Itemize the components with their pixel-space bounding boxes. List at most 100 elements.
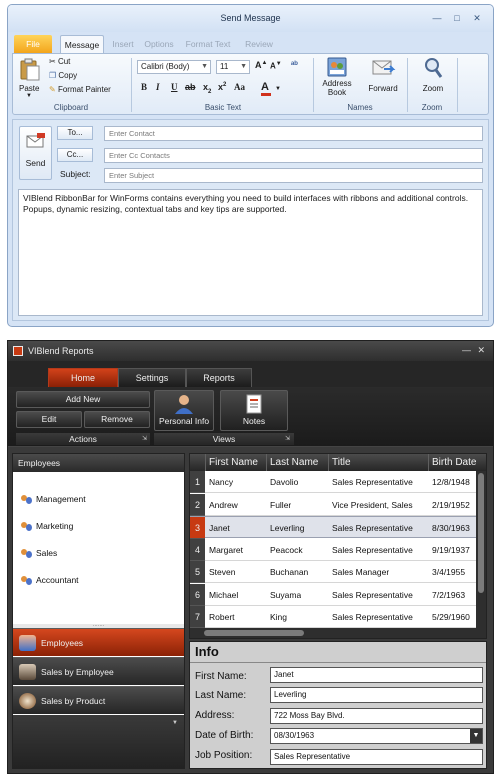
minimize-icon[interactable]: — — [431, 13, 443, 23]
table-cell: Suyama — [270, 589, 302, 600]
table-row[interactable]: 5 Steven Buchanan Sales Manager 3/4/1955 — [190, 561, 476, 583]
dialog-launcher-icon[interactable]: ⇲ — [142, 435, 147, 442]
cc-button[interactable]: Cc... — [57, 148, 93, 162]
job-position-label: Job Position: — [195, 750, 253, 761]
table-row[interactable]: 1 Nancy Davolio Sales Representative 12/8/19… — [190, 471, 476, 493]
address-field[interactable]: 722 Moss Bay Blvd. — [270, 708, 483, 724]
row-number[interactable]: 5 — [190, 561, 205, 583]
tab-file[interactable]: File — [14, 35, 52, 53]
job-position-field[interactable]: Sales Representative — [270, 749, 483, 765]
chevron-down-icon: ▼ — [240, 63, 247, 70]
cut-button[interactable]: ✂ Cut — [49, 57, 70, 66]
subject-field[interactable]: Enter Subject — [104, 168, 483, 183]
paste-button[interactable]: Paste ▼ — [19, 58, 41, 99]
sidebar-item-accountant[interactable]: Accountant — [21, 573, 79, 587]
chevron-down-icon[interactable]: ▼ — [172, 720, 178, 726]
first-name-field[interactable]: Janet — [270, 667, 483, 683]
change-case-button[interactable]: Aa — [234, 82, 245, 92]
remove-button[interactable]: Remove — [84, 411, 150, 428]
italic-button[interactable]: I — [156, 82, 160, 92]
send-button[interactable]: Send — [19, 126, 52, 180]
tab-format-text[interactable]: Format Text — [183, 35, 233, 53]
info-title: Info — [195, 644, 219, 659]
column-header-last-name[interactable]: Last Name — [266, 454, 328, 471]
last-name-field[interactable]: Leverling — [270, 687, 483, 703]
paste-dropdown-icon: ▼ — [26, 93, 32, 99]
address-book-button[interactable]: Address Book — [319, 57, 355, 101]
tab-reports[interactable]: Reports — [186, 368, 252, 387]
table-row[interactable]: 7 Robert King Sales Representative 5/29/1960 — [190, 606, 476, 628]
bold-button[interactable]: B — [141, 82, 147, 92]
vertical-scrollbar[interactable] — [476, 471, 486, 628]
add-new-button[interactable]: Add New — [16, 391, 150, 408]
row-number[interactable]: 3 — [190, 517, 205, 539]
superscript-icon[interactable]: x2 — [218, 82, 226, 92]
strikethrough-icon[interactable]: ab — [185, 82, 196, 92]
grow-font-icon[interactable]: A▲ — [255, 60, 267, 70]
reports-window: VIBlend Reports — ✕ Home Settings Report… — [7, 340, 494, 774]
row-number[interactable]: 1 — [190, 471, 205, 493]
horizontal-scrollbar[interactable] — [190, 628, 486, 638]
tab-message[interactable]: Message — [60, 35, 104, 53]
table-row[interactable]: 4 Margaret Peacock Sales Representative 9/19… — [190, 538, 476, 561]
tab-home[interactable]: Home — [48, 368, 118, 387]
row-number[interactable]: 6 — [190, 583, 205, 606]
nav-employees[interactable]: Employees — [13, 628, 184, 656]
tab-options[interactable]: Options — [142, 35, 176, 53]
font-color-icon[interactable]: A — [261, 81, 271, 96]
notes-icon — [246, 394, 262, 414]
row-number[interactable]: 4 — [190, 538, 205, 561]
nav-sales-by-product[interactable]: Sales by Product — [13, 686, 184, 714]
personal-info-button[interactable]: Personal Info — [154, 390, 214, 431]
table-cell: 5/29/1960 — [432, 612, 470, 622]
tab-insert[interactable]: Insert — [108, 35, 138, 53]
minimize-icon[interactable]: — — [462, 345, 471, 355]
subscript-icon[interactable]: x2 — [203, 82, 211, 95]
row-number[interactable]: 7 — [190, 606, 205, 628]
sidebar-item-sales[interactable]: Sales — [21, 546, 57, 560]
table-cell: 2/19/1952 — [432, 499, 470, 510]
column-header-title[interactable]: Title — [328, 454, 428, 471]
nav-sales-by-employee[interactable]: Sales by Employee — [13, 657, 184, 685]
chevron-down-icon[interactable]: ▼ — [470, 729, 482, 743]
table-row[interactable]: 2 Andrew Fuller Vice President, Sales 2/19/1… — [190, 493, 476, 516]
tab-review[interactable]: Review — [244, 35, 274, 53]
maximize-icon[interactable]: □ — [451, 13, 463, 23]
nav-label: Employees — [41, 638, 84, 648]
clear-format-icon[interactable]: ᵃᵇ — [291, 59, 298, 69]
dob-picker[interactable]: 08/30/1963 ▼ — [270, 728, 483, 744]
grid-header: First Name Last Name Title Birth Date — [190, 454, 486, 471]
notes-button[interactable]: Notes — [220, 390, 288, 431]
edit-button[interactable]: Edit — [16, 411, 82, 428]
table-row[interactable]: 3 Janet Leverling Sales Representative 8/30/… — [190, 516, 476, 539]
message-body[interactable]: VIBlend RibbonBar for WinForms contains … — [18, 189, 483, 316]
format-painter-button[interactable]: ✎ Format Painter — [49, 85, 111, 94]
column-header-birth-date[interactable]: Birth Date — [428, 454, 478, 471]
column-header-first-name[interactable]: First Name — [205, 454, 266, 471]
to-field[interactable]: Enter Contact — [104, 126, 483, 141]
zoom-button[interactable]: Zoom — [417, 57, 449, 101]
tab-settings[interactable]: Settings — [118, 368, 186, 387]
font-family-select[interactable]: Calibri (Body) ▼ — [137, 60, 211, 74]
scroll-thumb[interactable] — [478, 473, 484, 593]
cc-field[interactable]: Enter Cc Contacts — [104, 148, 483, 163]
copy-button[interactable]: ❐ Copy — [49, 71, 77, 80]
chevron-down-icon[interactable]: ▼ — [275, 86, 281, 92]
names-group-label: Names — [347, 103, 373, 112]
row-number[interactable]: 2 — [190, 493, 205, 516]
dialog-launcher-icon[interactable]: ⇲ — [285, 435, 290, 442]
underline-button[interactable]: U — [171, 82, 178, 92]
ribbon-separator — [313, 58, 314, 112]
font-family-value: Calibri (Body) — [141, 62, 190, 71]
table-row[interactable]: 6 Michael Suyama Sales Representative 7/2/19… — [190, 583, 476, 606]
close-icon[interactable]: ✕ — [471, 13, 483, 24]
table-cell: King — [270, 612, 288, 622]
sidebar-item-marketing[interactable]: Marketing — [21, 519, 73, 533]
forward-button[interactable]: Forward — [363, 57, 403, 101]
shrink-font-icon[interactable]: A▼ — [270, 61, 282, 71]
scroll-thumb[interactable] — [204, 630, 304, 636]
sidebar-item-management[interactable]: Management — [21, 492, 86, 506]
close-icon[interactable]: ✕ — [477, 345, 485, 356]
to-button[interactable]: To... — [57, 126, 93, 140]
font-size-select[interactable]: 11 ▼ — [216, 60, 250, 74]
